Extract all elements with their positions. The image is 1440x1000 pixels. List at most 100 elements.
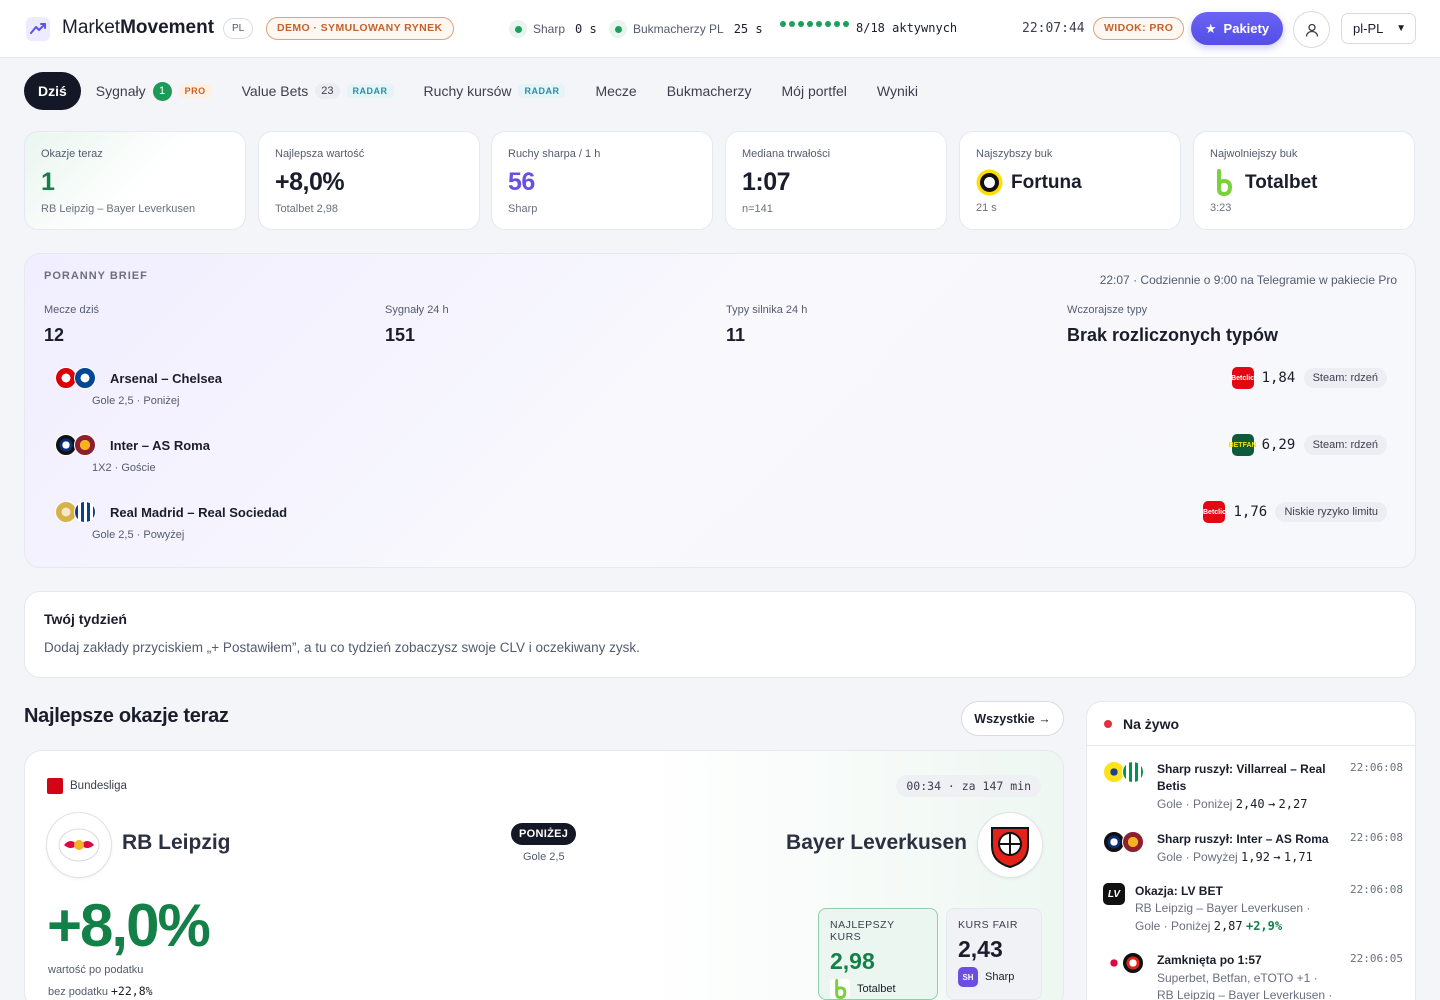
- real-betis-crest-icon: [1122, 761, 1144, 783]
- kpi-opportunities-now[interactable]: Okazje teraz 1 RB Leipzig – Bayer Leverk…: [24, 131, 246, 230]
- kpi-sub: Totalbet 2,98: [275, 203, 338, 215]
- team-crests: [55, 501, 99, 525]
- market-sub: Gole 2,5: [523, 851, 565, 863]
- live-item-detail: Gole · Poniżej 2,87 +2,9%: [1135, 918, 1385, 935]
- odds-value: 1,76: [1233, 504, 1268, 520]
- brief-stat-signals: Sygnały 24 h 151: [385, 304, 449, 346]
- value-percent: +8,0%: [47, 892, 211, 959]
- live-item[interactable]: Sharp ruszył: Inter – AS Roma 22:06:08 G…: [1103, 831, 1403, 871]
- kpi-median-duration[interactable]: Mediana trwałości 1:07 n=141: [725, 131, 947, 230]
- chevron-down-icon: ▼: [1396, 23, 1406, 34]
- tab-results[interactable]: Wyniki: [862, 72, 933, 110]
- kpi-label: Ruchy sharpa / 1 h: [508, 148, 601, 160]
- active-feeds-indicator: [780, 21, 849, 27]
- tab-matches[interactable]: Mecze: [580, 72, 651, 110]
- tab-odds-moves[interactable]: Ruchy kursów RADAR: [409, 72, 581, 110]
- kpi-sub: 21 s: [976, 202, 997, 214]
- stat-value: 12: [44, 325, 65, 345]
- kpi-value: 1:07: [742, 168, 791, 196]
- market-label: 1X2 · Goście: [92, 462, 156, 474]
- league-label: Bundesliga: [47, 778, 127, 794]
- best-odds-box[interactable]: NAJLEPSZY KURS 2,98 Totalbet: [818, 908, 938, 1000]
- live-item[interactable]: LV Okazja: LV BET 22:06:08 RB Leipzig – …: [1103, 883, 1403, 938]
- signal-tag: Niskie ryzyko limitu: [1275, 502, 1387, 522]
- kpi-best-value[interactable]: Najlepsza wartość +8,0% Totalbet 2,98: [258, 131, 480, 230]
- market-pill: PONIŻEJ: [511, 823, 577, 845]
- team-crests: [55, 434, 99, 458]
- kpi-label: Najszybszy buk: [976, 148, 1053, 160]
- arrow-right-icon: →: [1267, 797, 1276, 811]
- kpi-value: Totalbet: [1245, 171, 1318, 193]
- language-select[interactable]: pl-PL ▼: [1341, 13, 1416, 44]
- main-nav: Dziś Sygnały 1 PRO Value Bets 23 RADAR R…: [24, 72, 933, 110]
- fair-odds-box: KURS FAIR 2,43 SH Sharp: [946, 908, 1042, 1000]
- user-icon: [1305, 23, 1318, 37]
- see-all-button[interactable]: Wszystkie →: [961, 701, 1064, 736]
- live-item-market: Gole · Powyżej: [1157, 850, 1238, 864]
- kpi-sharp-moves[interactable]: Ruchy sharpa / 1 h 56 Sharp: [491, 131, 713, 230]
- fair-odds-value: 2,43: [958, 936, 1003, 962]
- stat-value: 11: [726, 325, 746, 345]
- brand-name[interactable]: MarketMovement: [62, 17, 214, 39]
- live-item[interactable]: Zamknięta po 1:57 22:06:05 Superbet, Bet…: [1103, 952, 1403, 1000]
- no-tax-value: +22,8%: [111, 984, 153, 998]
- live-item-title: Sharp ruszył: Villarreal – Real Betis: [1157, 762, 1326, 793]
- kickoff-timer: 00:34 · za 147 min: [896, 775, 1041, 797]
- tab-today[interactable]: Dziś: [24, 72, 81, 110]
- live-item-title: Sharp ruszył: Inter – AS Roma: [1157, 832, 1329, 846]
- brief-row[interactable]: Real Madrid – Real Sociedad Gole 2,5 · P…: [55, 501, 1387, 551]
- live-title: Na żywo: [1123, 715, 1180, 732]
- tab-value-bets[interactable]: Value Bets 23 RADAR: [227, 72, 409, 110]
- opportunity-card[interactable]: Bundesliga 00:34 · za 147 min RB Leipzig…: [24, 750, 1064, 1000]
- packets-button[interactable]: ★ Pakiety: [1191, 12, 1283, 45]
- tab-portfolio[interactable]: Mój portfel: [767, 72, 862, 110]
- tab-bookmakers[interactable]: Bukmacherzy: [652, 72, 767, 110]
- away-team: Bayer Leverkusen: [786, 831, 967, 854]
- kpi-slowest-bookmaker[interactable]: Najwolniejszy buk Totalbet 3:23: [1193, 131, 1415, 230]
- match-name: Inter – AS Roma: [110, 438, 210, 453]
- view-badge[interactable]: WIDOK: PRO: [1093, 17, 1185, 40]
- team-crests: [1103, 761, 1145, 785]
- roma-crest-icon: [1122, 831, 1144, 853]
- bayer-leverkusen-crest-icon: [977, 812, 1043, 878]
- odds-value: 6,29: [1261, 437, 1296, 453]
- stat-value: Brak rozliczonych typów: [1067, 325, 1279, 345]
- kpi-sub: Sharp: [508, 203, 538, 215]
- odds-from: 2,40: [1235, 797, 1265, 811]
- kpi-fastest-bookmaker[interactable]: Najszybszy buk Fortuna 21 s: [959, 131, 1181, 230]
- kpi-sub: n=141: [742, 203, 773, 215]
- no-tax-label: bez podatku: [48, 986, 108, 998]
- kpi-label: Okazje teraz: [41, 148, 103, 160]
- radar-tag: RADAR: [346, 84, 394, 98]
- live-item[interactable]: Sharp ruszył: Villarreal – Real Betis 22…: [1103, 761, 1403, 821]
- live-item-time: 22:06:05: [1350, 952, 1403, 965]
- brief-row[interactable]: Inter – AS Roma 1X2 · Goście BETFAN 6,29…: [55, 434, 1387, 484]
- league-name: Bundesliga: [70, 780, 127, 792]
- section-title: Najlepsze okazje teraz: [24, 705, 229, 727]
- stat-label: Typy silnika 24 h: [726, 304, 808, 316]
- your-week-card: Twój tydzień Dodaj zakłady przyciskiem „…: [24, 591, 1416, 678]
- clock: 22:07:44: [1022, 21, 1085, 36]
- signal-tag: Steam: rdzeń: [1303, 435, 1387, 455]
- star-icon: ★: [1204, 20, 1217, 36]
- logo-chart-icon[interactable]: [26, 17, 50, 41]
- active-feeds-count: 8/18 aktywnych: [856, 21, 958, 35]
- home-team: RB Leipzig: [122, 831, 231, 854]
- brief-stat-yesterday: Wczorajsze typy Brak rozliczonych typów: [1067, 304, 1278, 346]
- language-value: pl-PL: [1353, 21, 1384, 36]
- brief-row[interactable]: Arsenal – Chelsea Gole 2,5 · Poniżej Bet…: [55, 367, 1387, 417]
- bundesliga-logo-icon: [47, 778, 63, 794]
- kpi-value: Fortuna: [1011, 171, 1082, 193]
- tab-signals[interactable]: Sygnały 1 PRO: [81, 72, 227, 110]
- kpi-sub: RB Leipzig – Bayer Leverkusen: [41, 203, 196, 215]
- value-plus: +2,9%: [1245, 919, 1283, 933]
- chelsea-crest-icon: [74, 367, 96, 389]
- kpi-label: Mediana trwałości: [742, 148, 831, 160]
- totalbet-logo-icon: [1217, 169, 1233, 196]
- odds-to: 1,71: [1283, 850, 1313, 864]
- best-odds-value: 2,98: [830, 948, 875, 974]
- sharp-latency: 0 s: [575, 22, 597, 36]
- week-title: Twój tydzień: [44, 611, 127, 627]
- odds-value: 1,84: [1261, 370, 1296, 386]
- user-button[interactable]: [1293, 11, 1330, 48]
